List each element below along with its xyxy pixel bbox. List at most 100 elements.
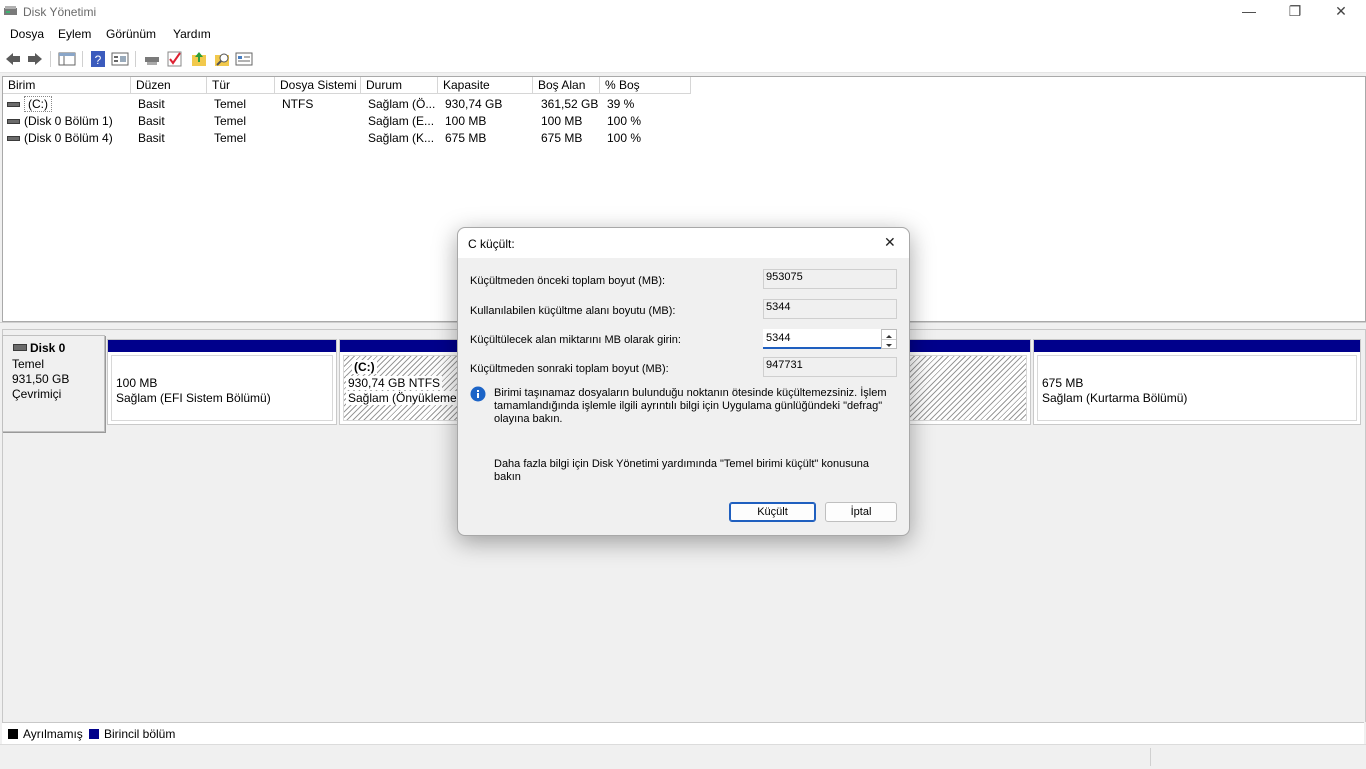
cell-tur: Temel bbox=[214, 131, 247, 145]
cell-yuzde-bos: 100 % bbox=[607, 131, 642, 145]
partition-name: (C:) bbox=[352, 360, 377, 374]
menu-dosya[interactable]: Dosya bbox=[10, 27, 44, 41]
console-tree-icon[interactable] bbox=[58, 50, 76, 68]
close-window-button[interactable]: ✕ bbox=[1318, 0, 1364, 24]
back-arrow-icon[interactable] bbox=[4, 50, 22, 68]
info-text: Birimi taşınamaz dosyaların bulunduğu no… bbox=[494, 387, 887, 425]
menu-gorunum[interactable]: Görünüm bbox=[106, 27, 156, 41]
cell-duzen: Basit bbox=[138, 131, 165, 145]
legend-swatch-primary bbox=[89, 729, 99, 739]
status-divider bbox=[1150, 748, 1151, 766]
menu-yardim[interactable]: Yardım bbox=[173, 27, 211, 41]
partition-color-bar bbox=[1034, 340, 1360, 352]
disk-name: Disk 0 bbox=[30, 341, 66, 355]
available-shrink-label: Kullanılabilen küçültme alanı boyutu (MB… bbox=[470, 305, 676, 317]
cell-kapasite: 675 MB bbox=[445, 131, 487, 145]
menu-eylem[interactable]: Eylem bbox=[58, 27, 91, 41]
search-icon[interactable] bbox=[213, 50, 231, 68]
available-shrink-field: 5344 bbox=[763, 299, 897, 319]
partition-size: 100 MB bbox=[116, 376, 158, 390]
cell-bos-alan: 675 MB bbox=[541, 131, 583, 145]
total-after-field: 947731 bbox=[763, 357, 897, 377]
cell-kapasite: 100 MB bbox=[445, 114, 487, 128]
partition-body: 100 MB Sağlam (EFI Sistem Bölümü) bbox=[111, 355, 333, 421]
column-header-yuzde-bos[interactable]: % Boş bbox=[600, 77, 691, 94]
dialog-close-button[interactable]: ✕ bbox=[884, 234, 896, 251]
restore-button[interactable]: ❐ bbox=[1272, 0, 1318, 24]
cell-birim: (Disk 0 Bölüm 1) bbox=[7, 113, 131, 130]
disk-management-app-icon bbox=[4, 6, 17, 17]
forward-arrow-icon[interactable] bbox=[26, 50, 44, 68]
table-row[interactable]: (C:) Basit Temel NTFS Sağlam (Ö... 930,7… bbox=[3, 96, 693, 113]
volume-icon bbox=[7, 136, 20, 142]
shrink-button[interactable]: Küçült bbox=[729, 502, 816, 522]
cancel-button[interactable]: İptal bbox=[825, 502, 897, 522]
disk-icon bbox=[13, 344, 27, 351]
spin-down-button[interactable] bbox=[882, 339, 896, 348]
svg-text:?: ? bbox=[95, 53, 102, 67]
partition-efi[interactable]: 100 MB Sağlam (EFI Sistem Bölümü) bbox=[107, 339, 337, 425]
partition-status: Sağlam (EFI Sistem Bölümü) bbox=[116, 391, 271, 405]
legend-swatch-unallocated bbox=[8, 729, 18, 739]
cell-yuzde-bos: 100 % bbox=[607, 114, 642, 128]
connect-icon[interactable] bbox=[143, 50, 161, 68]
help-icon[interactable]: ? bbox=[89, 50, 107, 68]
cell-kapasite: 930,74 GB bbox=[445, 97, 503, 111]
dialog-title: C küçült: bbox=[468, 237, 515, 251]
info-icon bbox=[470, 386, 486, 402]
shrink-amount-label: Küçültülecek alan miktarını MB olarak gi… bbox=[470, 334, 681, 346]
disk-status: Çevrimiçi bbox=[12, 387, 62, 401]
disk-type: Temel bbox=[12, 357, 45, 371]
column-header-birim[interactable]: Birim bbox=[3, 77, 131, 94]
total-before-label: Küçültmeden önceki toplam boyut (MB): bbox=[470, 275, 666, 287]
cell-tur: Temel bbox=[214, 97, 247, 111]
total-before-field: 953075 bbox=[763, 269, 897, 289]
disk-size: 931,50 GB bbox=[12, 372, 70, 386]
legend-bar: Ayrılmamış Birincil bölüm bbox=[2, 722, 1364, 745]
shrink-amount-input[interactable]: 5344 bbox=[763, 329, 881, 349]
column-header-kapasite[interactable]: Kapasite bbox=[438, 77, 533, 94]
legend-label-unallocated: Ayrılmamış bbox=[23, 727, 83, 741]
cell-yuzde-bos: 39 % bbox=[607, 97, 635, 111]
volume-name: (Disk 0 Bölüm 1) bbox=[24, 114, 113, 128]
title-bar: Disk Yönetimi — ❐ ✕ bbox=[0, 0, 1366, 24]
menu-bar: Dosya Eylem Görünüm Yardım bbox=[0, 24, 1366, 46]
up-icon[interactable] bbox=[190, 50, 208, 68]
column-header-duzen[interactable]: Düzen bbox=[131, 77, 207, 94]
partition-size: 675 MB bbox=[1042, 376, 1084, 390]
partition-status: Sağlam (Önyükleme, bbox=[346, 391, 463, 405]
column-header-durum[interactable]: Durum bbox=[361, 77, 438, 94]
amount-spinner[interactable] bbox=[881, 329, 897, 349]
cell-dosya-sistemi: NTFS bbox=[282, 97, 314, 111]
column-header-bos-alan[interactable]: Boş Alan bbox=[533, 77, 600, 94]
partition-size: 930,74 GB NTFS bbox=[346, 376, 443, 390]
cell-birim: (Disk 0 Bölüm 4) bbox=[7, 130, 131, 147]
disk-0-label[interactable]: Disk 0 Temel 931,50 GB Çevrimiçi bbox=[2, 335, 105, 432]
cell-durum: Sağlam (Ö... bbox=[368, 97, 436, 111]
minimize-button[interactable]: — bbox=[1226, 0, 1272, 24]
toolbar-separator bbox=[135, 51, 136, 67]
toolbar-separator bbox=[82, 51, 83, 67]
cell-durum: Sağlam (E... bbox=[368, 114, 435, 128]
column-header-dosya-sistemi[interactable]: Dosya Sistemi bbox=[275, 77, 361, 94]
cell-duzen: Basit bbox=[138, 97, 165, 111]
view-icon[interactable] bbox=[235, 50, 253, 68]
check-icon[interactable] bbox=[166, 50, 184, 68]
volume-name: (C:) bbox=[24, 96, 52, 112]
column-header-tur[interactable]: Tür bbox=[207, 77, 275, 94]
toolbar-separator bbox=[50, 51, 51, 67]
window-title: Disk Yönetimi bbox=[23, 5, 97, 19]
table-row[interactable]: (Disk 0 Bölüm 4) Basit Temel Sağlam (K..… bbox=[3, 130, 693, 147]
table-row[interactable]: (Disk 0 Bölüm 1) Basit Temel Sağlam (E..… bbox=[3, 113, 693, 130]
cell-duzen: Basit bbox=[138, 114, 165, 128]
partition-status: Sağlam (Kurtarma Bölümü) bbox=[1042, 391, 1188, 405]
volume-icon bbox=[7, 119, 20, 125]
partition-recovery[interactable]: 675 MB Sağlam (Kurtarma Bölümü) bbox=[1033, 339, 1361, 425]
volume-icon bbox=[7, 102, 20, 108]
properties-icon[interactable] bbox=[111, 50, 129, 68]
volume-name: (Disk 0 Bölüm 4) bbox=[24, 131, 113, 145]
cell-bos-alan: 361,52 GB bbox=[541, 97, 599, 111]
toolbar: ? bbox=[0, 46, 1366, 73]
partition-body: 675 MB Sağlam (Kurtarma Bölümü) bbox=[1037, 355, 1357, 421]
cell-durum: Sağlam (K... bbox=[368, 131, 435, 145]
